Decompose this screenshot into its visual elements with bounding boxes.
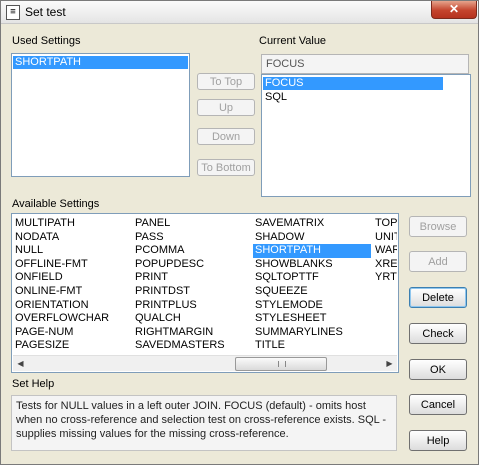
used-settings-label: Used Settings xyxy=(12,35,81,47)
available-setting-item[interactable]: POPUPDESC xyxy=(133,258,249,272)
scrollbar-thumb[interactable] xyxy=(235,357,327,371)
available-setting-item xyxy=(373,339,397,353)
set-test-dialog: ≡ Set test ✕ Used Settings SHORTPATH To … xyxy=(0,0,479,465)
available-setting-item[interactable]: PCOMMA xyxy=(133,244,249,258)
available-column-1: MULTIPATH NODATA NULL OFFLINE-FMT ONFIELD ONL… xyxy=(13,217,129,353)
available-setting-item[interactable]: RIGHTMARGIN xyxy=(133,326,249,340)
available-setting-item[interactable]: ORIENTATION xyxy=(13,299,129,313)
available-setting-item[interactable]: STYLESHEET xyxy=(253,312,371,326)
available-setting-item[interactable]: PRINT xyxy=(133,271,249,285)
current-value-field[interactable]: FOCUS xyxy=(261,54,469,74)
up-button[interactable]: Up xyxy=(197,99,255,116)
available-setting-item[interactable]: PRINTDST xyxy=(133,285,249,299)
available-setting-item[interactable]: SHADOW xyxy=(253,231,371,245)
grip-icon xyxy=(278,361,286,367)
available-setting-item[interactable]: TOPM xyxy=(373,217,397,231)
add-button[interactable]: Add xyxy=(409,251,467,272)
option-sql[interactable]: SQL xyxy=(263,91,443,104)
available-setting-item[interactable]: MULTIPATH xyxy=(13,217,129,231)
available-setting-item[interactable]: SHORTPATH xyxy=(253,244,371,258)
check-button[interactable]: Check xyxy=(409,323,467,344)
available-setting-item[interactable]: SAVEMATRIX xyxy=(253,217,371,231)
available-setting-item[interactable]: SQUEEZE xyxy=(253,285,371,299)
available-setting-item[interactable]: SQLTOPTTF xyxy=(253,271,371,285)
available-setting-item[interactable]: WAR xyxy=(373,244,397,258)
available-setting-item[interactable]: UNIT xyxy=(373,231,397,245)
used-setting-shortpath[interactable]: SHORTPATH xyxy=(13,56,188,69)
available-setting-item[interactable]: PAGE-NUM xyxy=(13,326,129,340)
close-button[interactable]: ✕ xyxy=(431,1,477,19)
available-setting-item[interactable]: PAGESIZE xyxy=(13,339,129,353)
available-column-2: PANEL PASS PCOMMA POPUPDESC PRINT PRINTDST PRI… xyxy=(133,217,249,353)
down-button[interactable]: Down xyxy=(197,128,255,145)
ok-button[interactable]: OK xyxy=(409,359,467,380)
current-value-options-list[interactable]: FOCUS SQL xyxy=(261,74,471,197)
help-button[interactable]: Help xyxy=(409,430,467,451)
arrow-left-icon[interactable]: ◀ xyxy=(13,356,28,371)
available-setting-item[interactable]: PASS xyxy=(133,231,249,245)
available-setting-item xyxy=(373,299,397,313)
available-setting-item[interactable]: YRTH xyxy=(373,271,397,285)
available-column-3: SAVEMATRIX SHADOW SHORTPATH SHOWBLANKS SQLTO… xyxy=(253,217,371,353)
available-setting-item xyxy=(373,326,397,340)
available-setting-item[interactable]: XRET xyxy=(373,258,397,272)
available-setting-item[interactable]: ONFIELD xyxy=(13,271,129,285)
available-settings-list[interactable]: MULTIPATH NODATA NULL OFFLINE-FMT ONFIELD ONL… xyxy=(11,213,399,373)
horizontal-scrollbar[interactable]: ◀ ▶ xyxy=(13,355,397,371)
set-help-text: Tests for NULL values in a left outer JO… xyxy=(11,395,397,451)
available-setting-item[interactable]: TITLE xyxy=(253,339,371,353)
available-setting-item[interactable]: NODATA xyxy=(13,231,129,245)
available-setting-item[interactable]: QUALCH xyxy=(133,312,249,326)
available-setting-item[interactable]: OFFLINE-FMT xyxy=(13,258,129,272)
available-setting-item[interactable]: PANEL xyxy=(133,217,249,231)
available-setting-item[interactable]: STYLEMODE xyxy=(253,299,371,313)
available-column-4: TOPMUNITWARXRETYRTH xyxy=(373,217,397,353)
available-setting-item[interactable]: ONLINE-FMT xyxy=(13,285,129,299)
browse-button[interactable]: Browse xyxy=(409,216,467,237)
delete-button[interactable]: Delete xyxy=(409,287,467,308)
used-settings-list[interactable]: SHORTPATH xyxy=(11,53,190,177)
available-setting-item xyxy=(373,285,397,299)
available-setting-item[interactable]: PRINTPLUS xyxy=(133,299,249,313)
option-focus[interactable]: FOCUS xyxy=(263,77,443,90)
available-setting-item[interactable]: OVERFLOWCHAR xyxy=(13,312,129,326)
available-setting-item[interactable]: SHOWBLANKS xyxy=(253,258,371,272)
available-setting-item xyxy=(373,312,397,326)
to-bottom-button[interactable]: To Bottom xyxy=(197,159,255,176)
title-bar: ≡ Set test ✕ xyxy=(1,1,478,24)
available-setting-item[interactable]: NULL xyxy=(13,244,129,258)
available-setting-item[interactable]: SAVEDMASTERS xyxy=(133,339,249,353)
to-top-button[interactable]: To Top xyxy=(197,73,255,90)
set-help-label: Set Help xyxy=(12,378,55,390)
available-setting-item[interactable]: SUMMARYLINES xyxy=(253,326,371,340)
available-settings-label: Available Settings xyxy=(12,198,100,210)
document-icon: ≡ xyxy=(6,5,20,20)
cancel-button[interactable]: Cancel xyxy=(409,394,467,415)
window-title: Set test xyxy=(25,5,66,19)
current-value-label: Current Value xyxy=(259,35,327,47)
arrow-right-icon[interactable]: ▶ xyxy=(382,356,397,371)
